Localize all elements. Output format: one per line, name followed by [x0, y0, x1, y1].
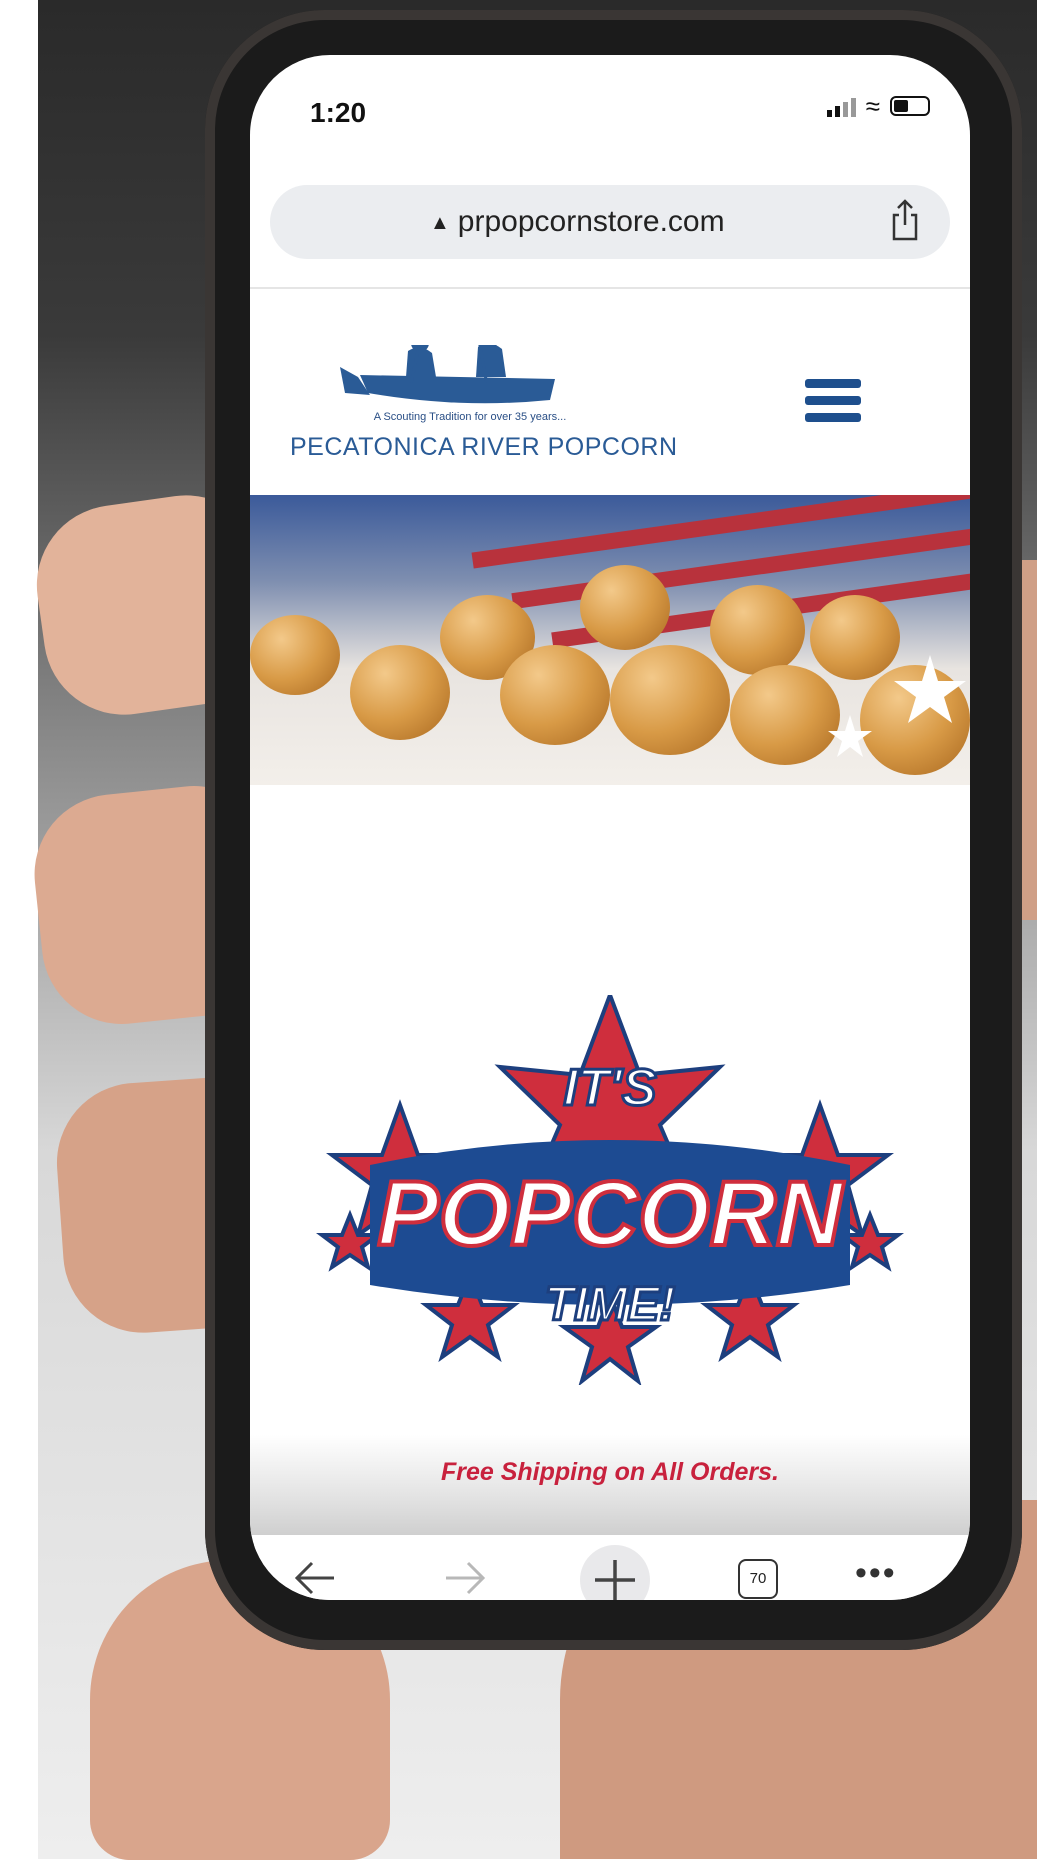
phone-screen: 1:20 ≈ ▲ prpopcornstore.com A Scouting Tr… — [250, 55, 970, 1600]
popcorn-kernel — [710, 585, 805, 675]
warning-triangle-icon: ▲ — [430, 212, 450, 234]
arrow-right-icon[interactable] — [440, 1553, 490, 1600]
logo-tagline: A Scouting Tradition for over 35 years..… — [373, 411, 567, 423]
popcorn-kernel — [350, 645, 450, 740]
popcorn-time-badge: IT'S POPCORN TIME! — [316, 995, 904, 1385]
wifi-icon: ≈ — [865, 91, 880, 121]
shipping-notice[interactable]: Free Shipping on All Orders. — [250, 1458, 970, 1487]
hamburger-menu-icon[interactable] — [805, 379, 861, 427]
star-decoration — [828, 655, 966, 757]
address-bar[interactable]: ▲ prpopcornstore.com — [270, 185, 950, 259]
signal-icon — [826, 95, 856, 117]
url-text: prpopcornstore.com — [457, 205, 725, 238]
tabs-icon[interactable]: 70 — [738, 1559, 778, 1599]
url-display[interactable]: ▲ prpopcornstore.com — [430, 205, 725, 239]
badge-line-its: IT'S — [563, 1059, 657, 1117]
badge-line-time: TIME! — [545, 1278, 676, 1331]
popcorn-kernel — [500, 645, 610, 745]
browser-toolbar: 70 ••• — [250, 1545, 970, 1600]
flag-stripe — [471, 495, 970, 569]
popcorn-kernel — [580, 565, 670, 650]
left-margin — [0, 0, 38, 1859]
popcorn-kernel — [250, 615, 340, 695]
ellipsis-icon[interactable]: ••• — [855, 1556, 897, 1590]
arrow-left-icon[interactable] — [290, 1553, 340, 1600]
share-icon[interactable] — [890, 199, 920, 241]
hero-image — [250, 495, 970, 785]
new-tab-button[interactable] — [580, 1545, 650, 1600]
status-icons: ≈ — [826, 91, 930, 121]
battery-icon — [890, 96, 930, 116]
popcorn-kernel — [610, 645, 730, 755]
divider — [250, 287, 970, 289]
plus-icon — [595, 1560, 635, 1600]
status-time: 1:20 — [310, 97, 367, 128]
badge-line-popcorn: POPCORN — [377, 1163, 845, 1265]
logo-name: PECATONICA RIVER POPCORN — [290, 433, 678, 461]
